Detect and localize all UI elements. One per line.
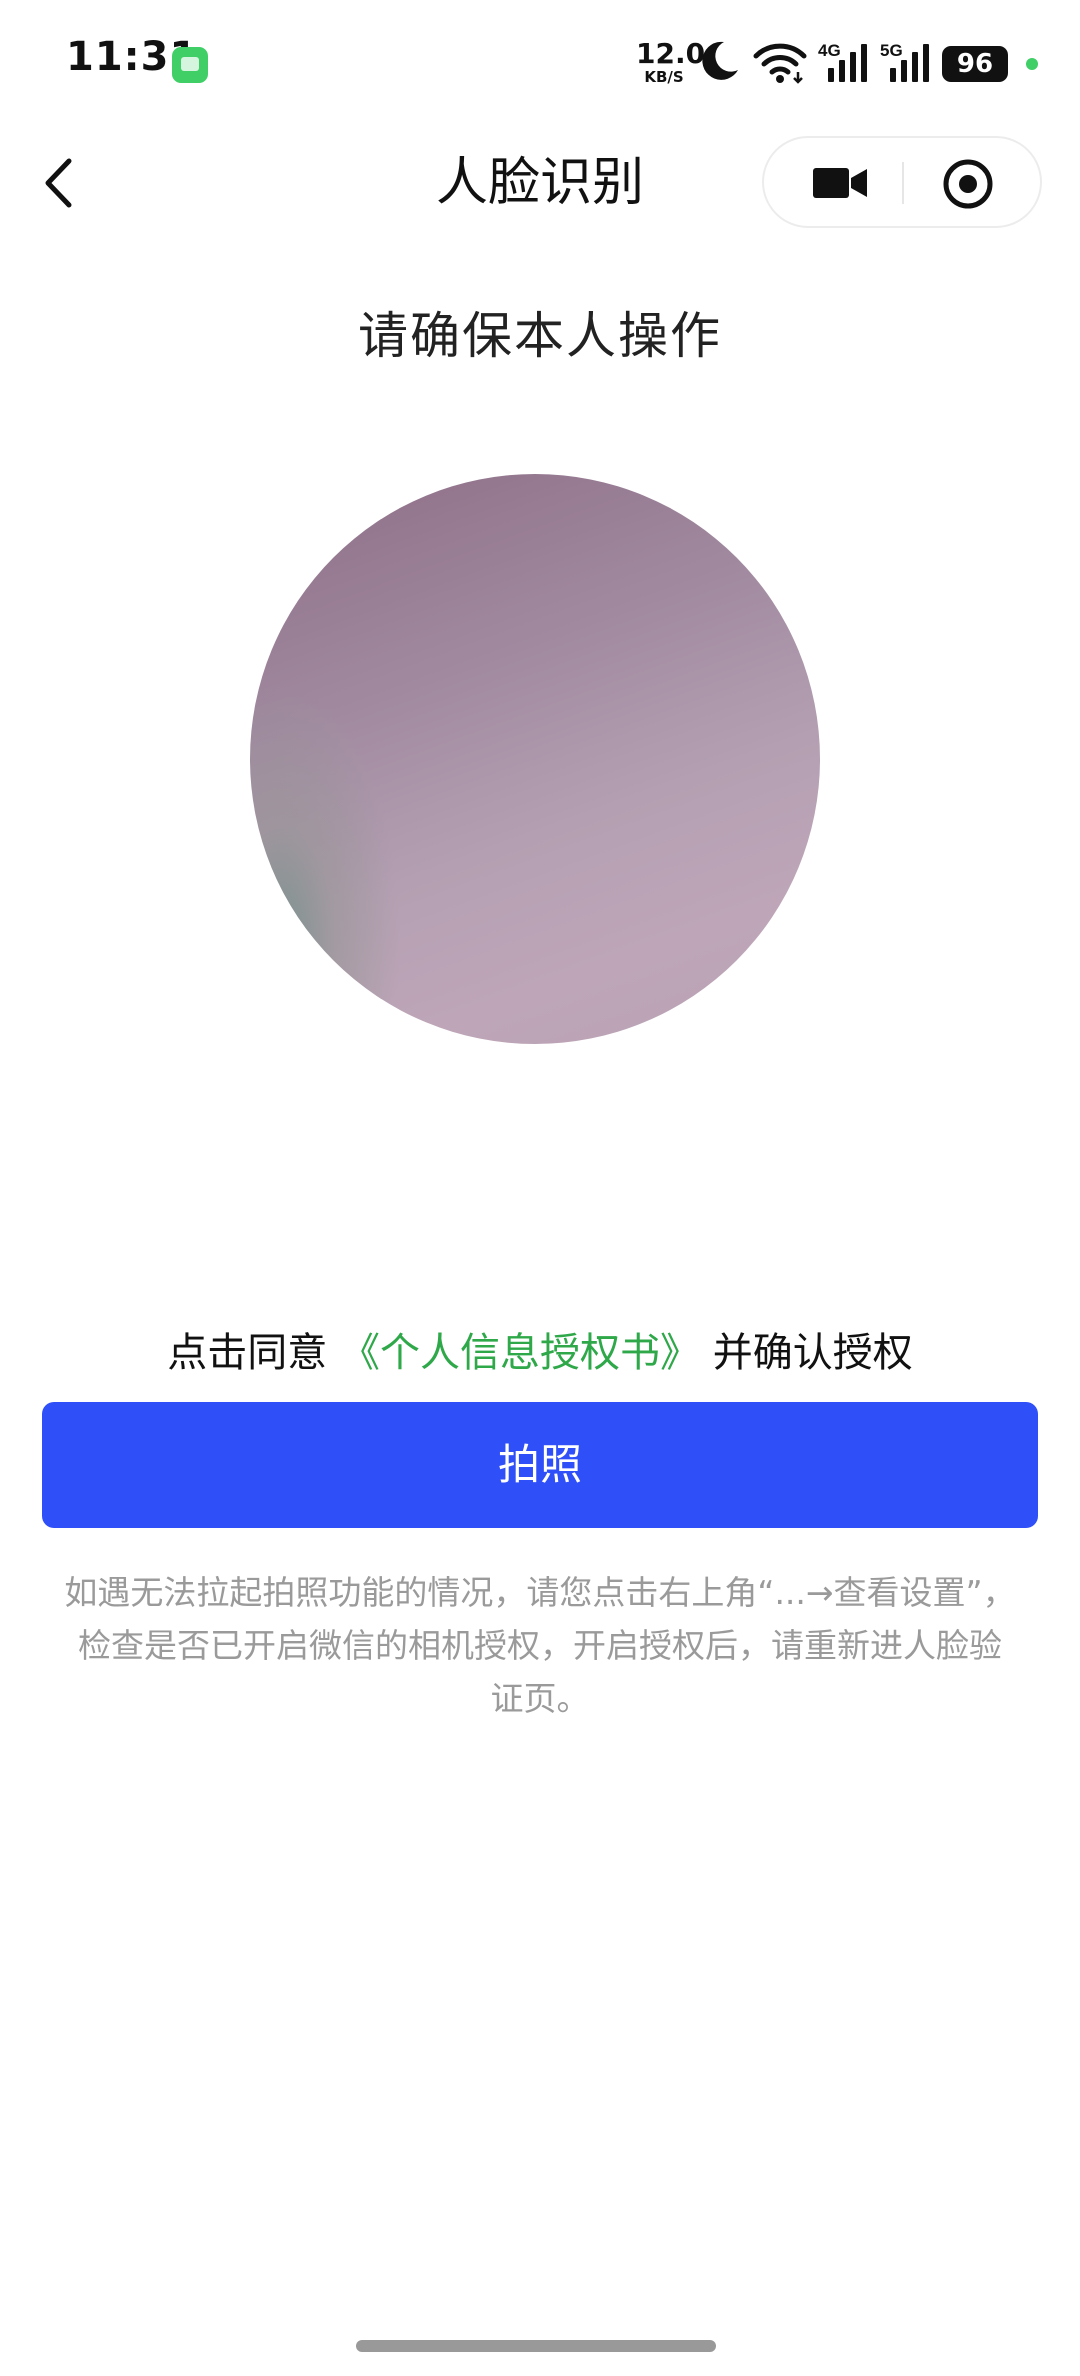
consent-suffix: 并确认授权 (712, 1330, 913, 1376)
wifi-icon (753, 43, 807, 84)
record-target-icon (943, 159, 993, 209)
consent-prefix: 点击同意 (167, 1330, 328, 1376)
help-text: 如遇无法拉起拍照功能的情况，请您点击右上角“...→查看设置”，检查是否已开启微… (64, 1573, 1016, 1718)
signal-5g-label: 5G (880, 41, 903, 60)
camera-preview (250, 474, 820, 1044)
battery-level: 96 (956, 49, 994, 79)
take-photo-button[interactable]: 拍照 (42, 1402, 1038, 1528)
network-speed: 12.0 KB/S (636, 37, 706, 86)
consent-line: 点击同意 《个人信息授权书》 并确认授权 (0, 1320, 1080, 1378)
video-camera-button[interactable] (804, 160, 876, 206)
home-indicator[interactable] (356, 2340, 716, 2352)
signal-4g-label: 4G (818, 41, 841, 60)
back-chevron-icon (45, 158, 72, 208)
capsule-divider (902, 162, 904, 204)
authorization-letter-link[interactable]: 《个人信息授权书》 (340, 1330, 700, 1376)
page-title: 人脸识别 (435, 153, 644, 213)
mini-program-capsule (762, 136, 1042, 228)
network-speed-unit: KB/S (644, 68, 684, 86)
privacy-indicator-dot (1026, 58, 1038, 70)
messages-app-icon (172, 47, 208, 83)
status-bar: 11:31 12.0 KB/S 4G 5G 96 (0, 0, 1080, 130)
video-camera-icon (813, 168, 867, 198)
record-button[interactable] (940, 158, 996, 210)
signal-5g-icon: 5G (880, 41, 929, 82)
network-speed-value: 12.0 (636, 37, 706, 70)
face-recognition-page: 11:31 12.0 KB/S 4G 5G 96 人脸识别 请确保本人操作 点击… (0, 0, 1080, 2376)
instruction-heading: 请确保本人操作 (358, 307, 722, 365)
battery-icon: 96 (942, 46, 1008, 82)
signal-4g-icon: 4G (818, 41, 867, 82)
moon-icon (702, 41, 738, 80)
back-button[interactable] (30, 148, 86, 218)
